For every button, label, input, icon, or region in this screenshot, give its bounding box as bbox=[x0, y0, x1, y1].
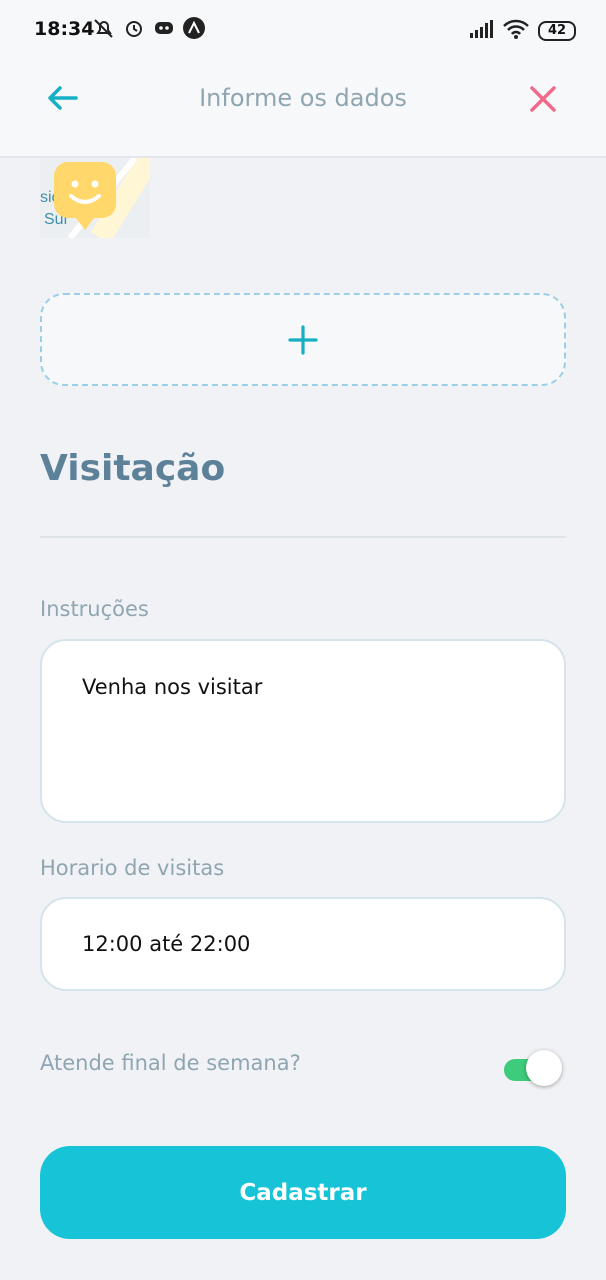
plus-icon bbox=[288, 324, 318, 355]
section-title: Visitação bbox=[40, 448, 226, 489]
close-button[interactable] bbox=[524, 80, 564, 120]
status-bar: 18:34 42 bbox=[0, 0, 606, 58]
mute-icon bbox=[92, 16, 116, 40]
map-marker-icon bbox=[54, 162, 116, 230]
instructions-value: Venha nos visitar bbox=[82, 675, 263, 699]
status-time: 18:34 bbox=[34, 18, 95, 40]
discord-icon bbox=[152, 16, 176, 40]
weekend-toggle[interactable] bbox=[504, 1050, 562, 1088]
battery-indicator: 42 bbox=[538, 21, 576, 41]
map-thumbnail[interactable]: sic Sul bbox=[40, 158, 150, 238]
submit-label: Cadastrar bbox=[239, 1179, 367, 1206]
status-icons bbox=[92, 16, 206, 40]
app-header: Informe os dados bbox=[0, 58, 606, 158]
close-icon bbox=[530, 86, 556, 112]
weekend-label: Atende final de semana? bbox=[40, 1051, 301, 1075]
wifi-icon bbox=[502, 18, 530, 44]
signal-icon bbox=[468, 19, 494, 43]
add-photo-button[interactable] bbox=[40, 293, 566, 386]
alarm-icon bbox=[122, 16, 146, 40]
instructions-field[interactable]: Venha nos visitar bbox=[40, 639, 566, 823]
instructions-label: Instruções bbox=[40, 597, 149, 621]
hours-label: Horario de visitas bbox=[40, 856, 225, 880]
submit-button[interactable]: Cadastrar bbox=[40, 1146, 566, 1239]
app-icon bbox=[182, 16, 206, 40]
hours-field[interactable]: 12:00 até 22:00 bbox=[40, 897, 566, 991]
toggle-knob bbox=[526, 1050, 562, 1086]
divider bbox=[40, 536, 566, 538]
status-right: 42 bbox=[468, 18, 576, 44]
page-title: Informe os dados bbox=[199, 84, 407, 112]
hours-value: 12:00 até 22:00 bbox=[82, 932, 251, 956]
